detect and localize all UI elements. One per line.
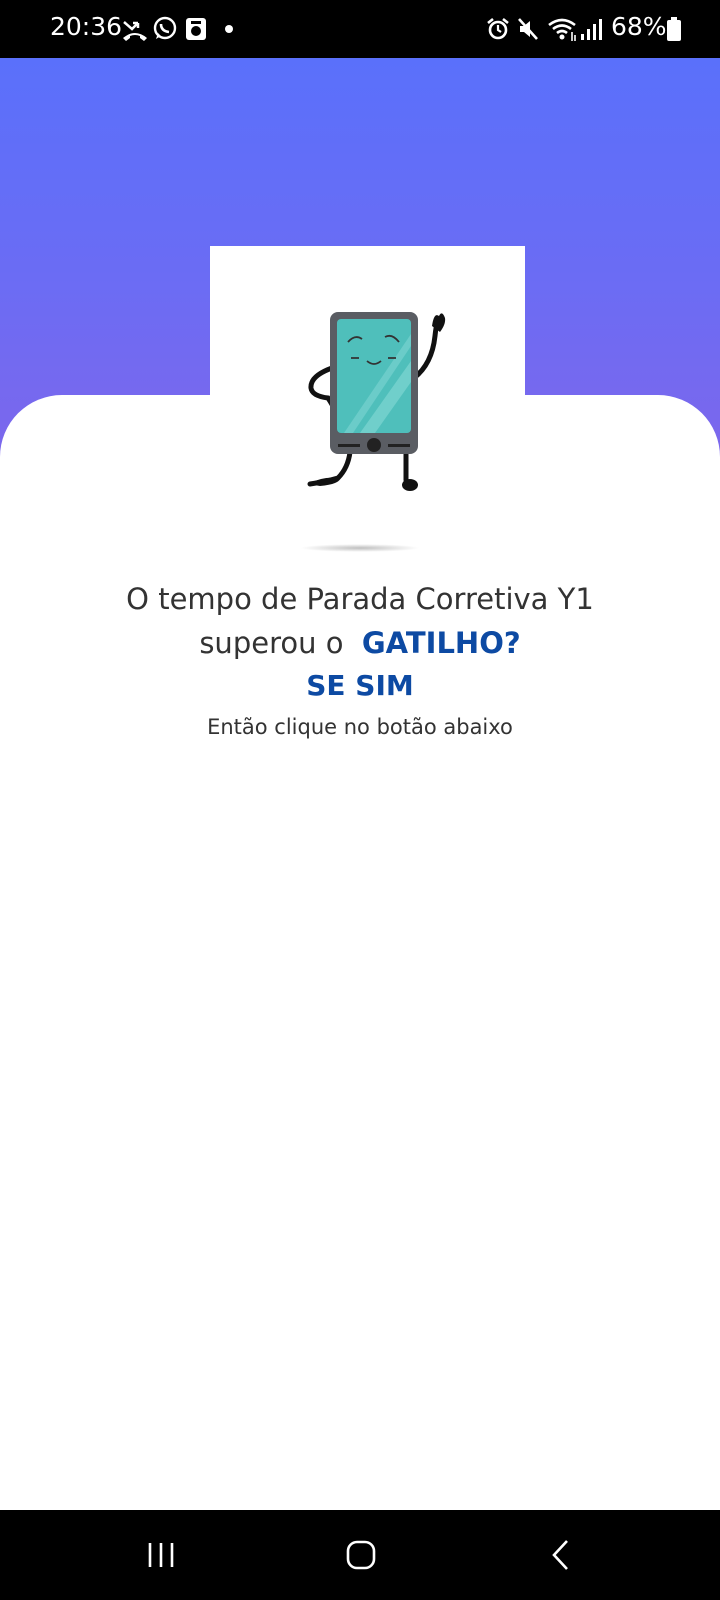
message-yes: SE SIM xyxy=(306,669,414,702)
app-notification-icon xyxy=(186,18,206,40)
whatsapp-icon xyxy=(153,16,177,40)
hero-shadow xyxy=(300,544,420,552)
content-card xyxy=(0,395,720,1510)
message-line1: O tempo de Parada Corretiva Y1 xyxy=(126,582,594,616)
wifi-icon xyxy=(548,18,576,41)
message-line2: superou o GATILHO? xyxy=(0,621,720,665)
home-button[interactable] xyxy=(301,1510,421,1600)
mute-icon xyxy=(518,18,538,40)
hero-illustration-box xyxy=(210,246,525,548)
battery-icon xyxy=(667,17,681,41)
home-icon xyxy=(346,1540,376,1570)
missed-call-icon xyxy=(123,21,147,41)
alarm-icon xyxy=(487,17,509,40)
waving-phone-illustration xyxy=(307,312,446,491)
recent-apps-button[interactable] xyxy=(101,1510,221,1600)
status-time: 20:36 xyxy=(50,12,123,41)
navigation-bar xyxy=(0,1510,720,1600)
battery-percent: 68% xyxy=(611,12,667,41)
recent-apps-icon xyxy=(148,1543,174,1567)
signal-icon xyxy=(581,19,602,40)
trigger-highlight: GATILHO? xyxy=(361,626,521,660)
back-button[interactable] xyxy=(501,1510,621,1600)
message-block: O tempo de Parada Corretiva Y1 superou o… xyxy=(0,577,720,747)
status-bar: 20:36 68% xyxy=(0,0,720,58)
back-icon xyxy=(552,1540,568,1570)
dot-icon xyxy=(225,25,233,33)
message-line2-prefix: superou o xyxy=(199,626,344,660)
instruction-text: Então clique no botão abaixo xyxy=(207,715,513,739)
